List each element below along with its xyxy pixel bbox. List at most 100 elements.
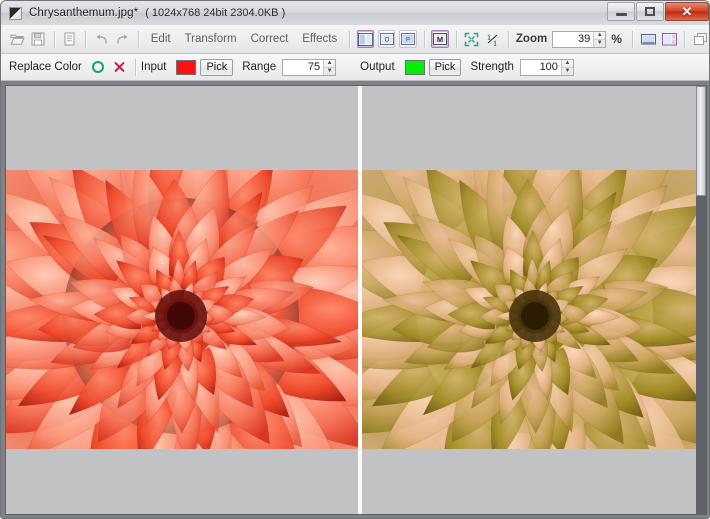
window-title-meta: ( 1024x768 24bit 2304.0KB ) [145,7,286,19]
vertical-scrollbar[interactable] [696,86,706,514]
save-file-icon[interactable] [29,29,48,50]
window-controls: ✕ [606,2,709,21]
close-icon: ✕ [681,4,693,19]
toolbar-separator-3 [137,30,139,48]
undo-icon[interactable] [92,29,111,50]
main-toolbar: Edit Transform Correct Effects O P M 1 1… [1,25,709,54]
one-to-one-glyph: 1 1 [487,33,497,47]
input-color-swatch[interactable] [176,59,197,75]
toolbar-separator-8 [631,30,633,48]
application-window: Chrysanthemum.jpg* ( 1024x768 24bit 2304… [0,0,710,519]
flower-original-svg [6,170,358,449]
flower-preview-svg [362,170,706,449]
toolbar-separator-4 [349,30,351,48]
redo-arrow-glyph [117,34,128,44]
scrollbar-thumb[interactable] [696,86,706,196]
zoom-stepper[interactable]: ▲ ▼ [552,30,607,48]
toolbar-separator-5 [423,30,425,48]
cancel-x-icon[interactable] [112,60,126,74]
minimize-icon [615,12,627,16]
fit-to-window-glyph [464,32,479,46]
canvas-viewport[interactable] [5,85,707,515]
floppy-disk-glyph [31,32,45,46]
view-original-only-button[interactable]: O [378,30,396,48]
svg-text:1: 1 [493,39,497,47]
zoom-increase-icon[interactable]: ▲ [594,32,606,40]
file-list-icon[interactable] [61,29,80,50]
range-stepper-arrows[interactable]: ▲ ▼ [323,59,336,75]
svg-text:P: P [406,38,410,44]
original-only-icon: O [379,33,394,45]
strength-stepper[interactable]: ▲ ▼ [519,58,574,76]
toolbar-separator-1 [53,30,55,48]
zoom-label: Zoom [515,33,548,45]
view-split-original-preview-button[interactable] [357,30,375,48]
input-pick-button[interactable]: Pick [200,58,234,76]
range-stepper[interactable]: ▲ ▼ [282,58,337,76]
open-folder-glyph [10,34,25,45]
range-decrease-icon[interactable]: ▼ [324,68,335,75]
document-list-glyph [64,32,75,46]
menu-correct[interactable]: Correct [244,30,296,48]
menu-transform[interactable]: Transform [178,30,244,48]
cascade-windows-icon[interactable] [691,29,709,50]
strength-decrease-icon[interactable]: ▼ [562,68,573,75]
range-label: Range [242,61,277,73]
tool-options-bar: Replace Color Input Pick Range ▲ ▼ Outpu… [1,54,709,81]
mirror-scroll-icon: M [432,33,447,45]
strength-stepper-arrows[interactable]: ▲ ▼ [560,59,573,75]
toolbar-separator-9 [684,30,686,48]
zoom-decrease-icon[interactable]: ▼ [594,40,605,47]
menu-effects[interactable]: Effects [295,30,344,48]
range-increase-icon[interactable]: ▲ [324,60,336,68]
strength-input[interactable] [520,59,561,75]
original-image-pane[interactable] [6,86,358,514]
strength-increase-icon[interactable]: ▲ [561,60,573,68]
redo-icon[interactable] [113,29,132,50]
options-separator-1 [134,58,136,76]
full-screen-window-glyph [640,33,656,44]
tool-name-label: Replace Color [9,61,82,73]
chrysanthemum-original-render [6,170,358,449]
maximize-button[interactable] [636,2,664,21]
menu-edit[interactable]: Edit [144,30,178,48]
close-button[interactable]: ✕ [665,2,709,21]
open-file-icon[interactable] [8,29,27,50]
zoom-input[interactable] [553,31,594,47]
preview-image[interactable] [362,170,706,449]
range-input[interactable] [283,59,324,75]
fit-to-window-icon[interactable] [462,29,481,50]
split-view-icon [358,32,374,46]
actual-size-icon[interactable]: 1 1 [483,29,502,50]
scrollbar-track[interactable] [696,196,706,514]
strength-label: Strength [470,61,514,73]
view-mirror-scroll-button[interactable]: M [431,30,449,48]
preview-only-icon: P [400,33,415,45]
title-bar: Chrysanthemum.jpg* ( 1024x768 24bit 2304… [1,1,709,26]
output-pick-button[interactable]: Pick [428,58,462,76]
thumbnail-panel-icon[interactable] [660,29,679,50]
svg-text:O: O [384,38,389,44]
cascade-windows-glyph [694,33,708,45]
minimize-button[interactable] [607,2,635,21]
apply-check-icon[interactable] [91,61,104,73]
window-title: Chrysanthemum.jpg* [29,7,139,19]
image-thumbnail-icon [9,6,22,20]
chrysanthemum-preview-render [362,170,706,449]
zoom-unit-label: % [611,32,622,46]
preview-image-pane[interactable] [362,86,706,514]
zoom-stepper-arrows[interactable]: ▲ ▼ [593,31,606,47]
svg-text:M: M [437,35,443,44]
toolbar-separator-6 [455,30,457,48]
canvas-area [1,81,709,518]
toolbar-separator-2 [85,30,87,48]
thumbnail-panel-glyph [661,32,677,45]
output-color-swatch[interactable] [404,59,425,75]
view-preview-only-button[interactable]: P [399,30,417,48]
maximize-icon [645,7,655,16]
output-color-label: Output [360,61,395,73]
full-screen-window-icon[interactable] [639,29,658,50]
toolbar-separator-7 [508,30,509,48]
input-color-label: Input [140,61,167,73]
original-image[interactable] [6,170,358,449]
